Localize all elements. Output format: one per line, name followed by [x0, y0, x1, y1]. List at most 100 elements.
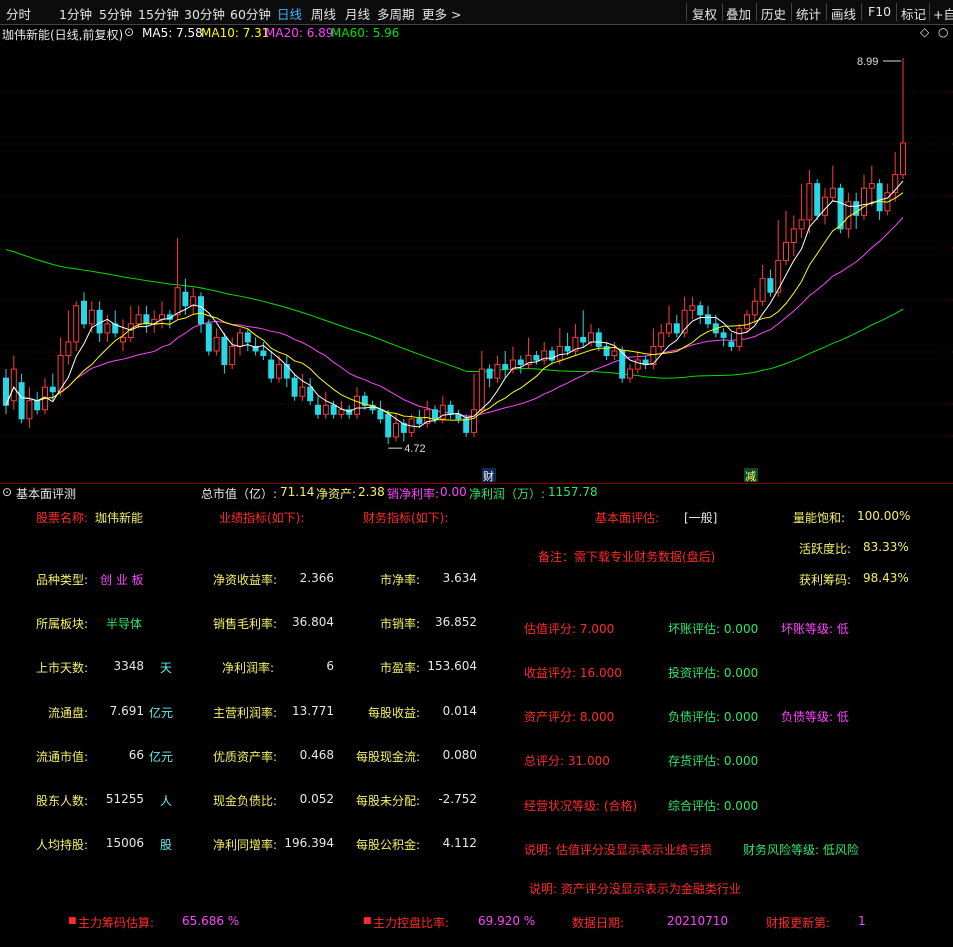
net-margin-label: 销净利率:	[387, 487, 440, 501]
candle-down	[463, 418, 470, 433]
desc-asset: 说明: 资产评分没显示表示为金融类行业	[529, 882, 741, 896]
mark-button[interactable]: 标记	[901, 4, 926, 23]
chevron-right-icon: >	[447, 7, 462, 22]
add-custom-button[interactable]: +自	[933, 4, 953, 23]
data-date-value: 20210710	[667, 914, 729, 928]
period-tab-weekly[interactable]: 周线	[311, 4, 336, 23]
period-tab-30min[interactable]: 30分钟	[184, 4, 225, 23]
period-tab-monthly[interactable]: 月线	[345, 4, 370, 23]
period-tab-15min[interactable]: 15分钟	[138, 4, 179, 23]
kline-chart[interactable]: 8.99 4.72 财 减	[0, 40, 953, 483]
mid2-value-4: 0.080	[442, 748, 477, 762]
toolbar-separator	[826, 3, 827, 21]
fin-risk-grade: 财务风险等级: 低风险	[743, 843, 859, 857]
mid1-label-3: 主营利润率:	[213, 706, 278, 720]
fund-eval-value: [一般]	[684, 511, 718, 525]
period-tab-more[interactable]: 更多 >	[422, 4, 461, 23]
operation-grade: 经营状况等级: (合格)	[524, 799, 638, 813]
candle-up	[322, 404, 329, 415]
candle-up	[822, 196, 828, 216]
stock-name-label: 股票名称:	[36, 511, 89, 525]
activity-label: 活跃度比:	[799, 542, 852, 556]
candle-down	[673, 323, 680, 334]
candle-down	[580, 336, 587, 343]
left-label-4: 流通市值:	[36, 750, 89, 764]
volume-sat-label: 量能饱和:	[793, 511, 846, 525]
candle-up	[471, 409, 477, 433]
mid1-label-4: 优质资产率:	[213, 750, 278, 764]
candle-down	[837, 187, 844, 230]
left-unit-2: 天	[160, 661, 173, 675]
bad-debt-eval: 坏账评估: 0.000	[668, 622, 759, 636]
period-tab-1min[interactable]: 1分钟	[59, 4, 92, 23]
draw-line-button[interactable]: 画线	[831, 4, 856, 23]
period-tab-multi[interactable]: 多周期	[377, 4, 415, 23]
f10-button[interactable]: F10	[868, 4, 891, 19]
diamond-icon[interactable]: ◇	[920, 25, 929, 39]
reduce-marker: 减	[745, 470, 756, 483]
report-update-value: 1	[858, 914, 866, 928]
perf-indicators-label: 业绩指标(如下):	[219, 511, 305, 525]
mid2-label-4: 每股现金流:	[356, 750, 421, 764]
candle-down	[260, 350, 267, 357]
candle-down	[447, 404, 454, 415]
mid1-label-2: 净利润率:	[222, 661, 275, 675]
main-chip-label: 主力筹码估算:	[78, 916, 155, 930]
collapse-icon[interactable]: ⊙	[2, 485, 12, 499]
restore-rights-button[interactable]: 复权	[692, 4, 717, 23]
ma20-label: MA20: 6.89	[265, 26, 334, 40]
total-score: 总评分: 31.000	[524, 754, 610, 768]
history-button[interactable]: 历史	[761, 4, 786, 23]
period-tab-60min[interactable]: 60分钟	[230, 4, 271, 23]
mid1-value-5: 0.052	[299, 792, 334, 806]
mid1-label-6: 净利同增率:	[213, 838, 278, 852]
toolbar-separator	[791, 3, 792, 21]
net-profit-label: 净利润（万）:	[469, 487, 546, 501]
left-value-3: 7.691	[109, 704, 144, 718]
panel-title: 基本面评测	[16, 487, 77, 501]
left-value-1: 半导体	[106, 617, 143, 631]
candle-up	[744, 314, 750, 329]
net-assets-label: 净资产:	[316, 487, 357, 501]
candle-down	[385, 413, 392, 438]
mid2-value-6: 4.112	[442, 836, 477, 850]
candle-up	[900, 142, 906, 176]
period-toolbar: 分时 1分钟 5分钟 15分钟 30分钟 60分钟 日线 周线 月线 多周期 更…	[0, 0, 953, 25]
candle-down	[205, 323, 212, 352]
mid2-value-5: -2.752	[438, 792, 477, 806]
candle-up	[759, 278, 766, 302]
period-tab-timeshare[interactable]: 分时	[6, 4, 31, 23]
bullet-icon: ■	[363, 916, 372, 926]
stats-button[interactable]: 统计	[796, 4, 821, 23]
candle-up	[806, 183, 813, 221]
ma10-label: MA10: 7.31	[201, 26, 270, 40]
left-unit-4: 亿元	[149, 750, 174, 764]
candle-up	[868, 183, 875, 189]
left-label-5: 股东人数:	[36, 794, 89, 808]
candle-up	[104, 323, 111, 334]
toolbar-separator	[861, 3, 862, 21]
toolbar-separator	[896, 3, 897, 21]
left-unit-3: 亿元	[149, 706, 174, 720]
candle-down	[221, 336, 228, 366]
stock-name-value: 珈伟新能	[95, 511, 144, 525]
candle-up	[299, 386, 306, 397]
overlay-button[interactable]: 叠加	[726, 4, 751, 23]
period-tab-daily[interactable]: 日线	[277, 4, 302, 23]
toolbar-separator	[722, 3, 723, 21]
market-cap-label: 总市值（亿）:	[201, 487, 278, 501]
income-score: 收益评分: 16.000	[524, 666, 622, 680]
data-date-label: 数据日期:	[572, 916, 625, 930]
candle-up	[213, 336, 220, 352]
mid1-label-1: 销售毛利率:	[213, 617, 278, 631]
circle-icon[interactable]: ○	[938, 25, 948, 39]
profit-chip-value: 98.43%	[863, 571, 909, 585]
period-tab-5min[interactable]: 5分钟	[99, 4, 132, 23]
candle-up	[783, 241, 789, 262]
toolbar-separator	[756, 3, 757, 21]
candle-down	[34, 400, 41, 411]
candle-down	[728, 341, 735, 347]
chevron-down-circle-icon[interactable]: ⊙	[124, 25, 134, 39]
finance-marker: 财	[483, 469, 494, 483]
mid2-label-1: 市销率:	[380, 617, 421, 631]
